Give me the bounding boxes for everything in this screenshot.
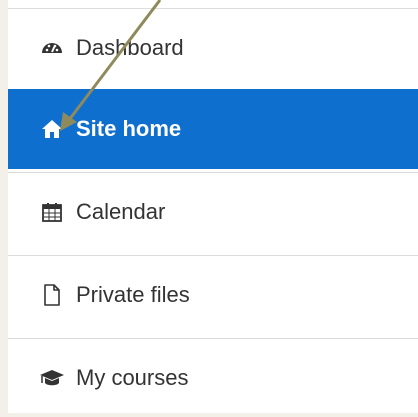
nav-item-my-courses[interactable]: My courses <box>8 338 418 417</box>
file-icon <box>38 281 66 309</box>
dashboard-icon <box>38 34 66 62</box>
nav-item-label: Site home <box>76 116 182 141</box>
nav-item-dashboard[interactable]: Dashboard <box>8 8 418 87</box>
nav-item-label: Calendar <box>76 199 166 224</box>
nav-item-calendar[interactable]: Calendar <box>8 172 418 251</box>
nav-item-site-home[interactable]: Site home <box>8 89 418 169</box>
graduation-cap-icon <box>38 364 66 392</box>
nav-item-label: My courses <box>76 365 189 390</box>
calendar-icon <box>38 198 66 226</box>
nav-item-label: Private files <box>76 282 190 307</box>
nav-item-private-files[interactable]: Private files <box>8 255 418 334</box>
home-icon <box>38 115 66 143</box>
nav-item-label: Dashboard <box>76 35 184 60</box>
navigation-drawer: Dashboard Site home Calendar Private fil… <box>8 0 418 413</box>
